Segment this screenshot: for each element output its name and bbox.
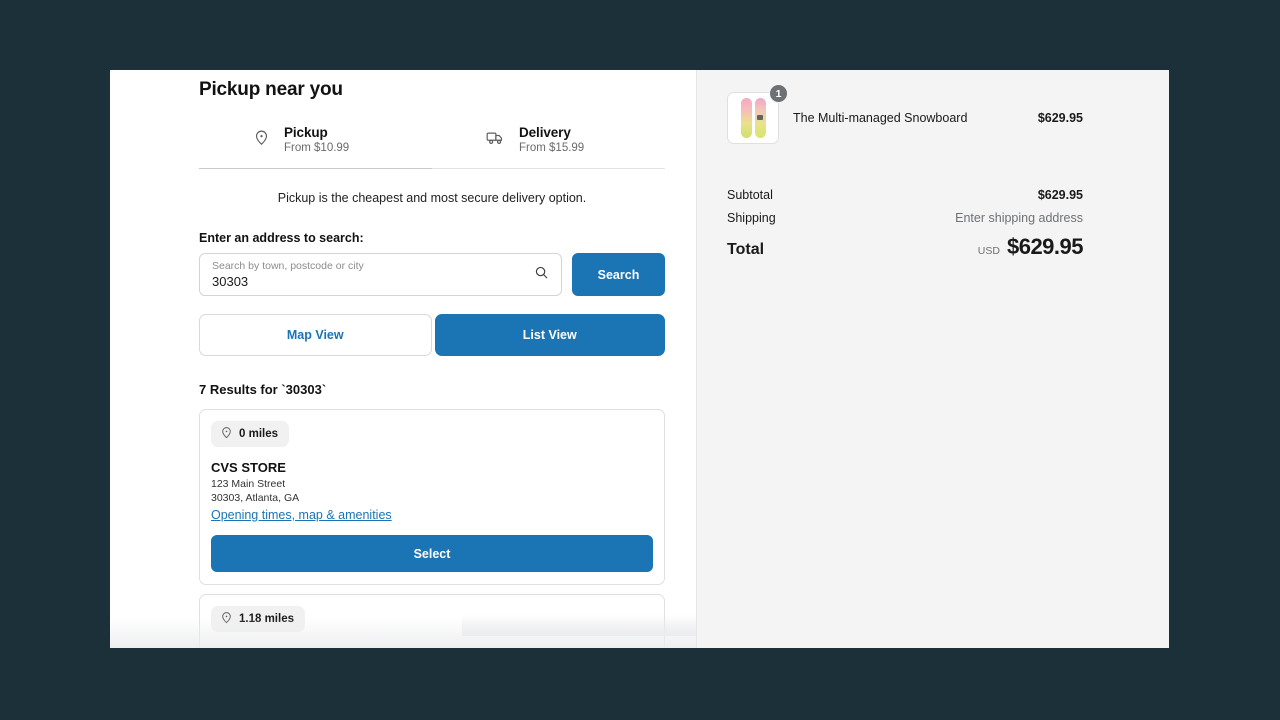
search-icon[interactable] [534, 265, 549, 285]
product-price: $629.95 [1037, 111, 1083, 125]
tab-pickup-label: Pickup [284, 125, 328, 140]
shipping-label: Shipping [727, 211, 776, 225]
order-line-item: 1 The Multi-managed Snowboard $629.95 [727, 84, 1083, 144]
currency-code: USD [977, 245, 1000, 257]
store-name: CVS STORE [211, 645, 653, 648]
subtotal-value: $629.95 [1037, 188, 1083, 202]
pickup-note: Pickup is the cheapest and most secure d… [277, 191, 587, 205]
product-title: The Multi-managed Snowboard [793, 111, 968, 125]
product-thumbnail-wrap: 1 [727, 84, 788, 144]
total-label: Total [727, 241, 765, 258]
select-button[interactable]: Select [211, 535, 653, 572]
order-summary-panel: 1 The Multi-managed Snowboard $629.95 Su… [697, 70, 1169, 648]
distance-label: 0 miles [239, 428, 278, 440]
store-name: CVS STORE [211, 460, 286, 475]
search-input-value: 30303 [212, 274, 249, 289]
map-view-button[interactable]: Map View [199, 314, 432, 356]
subtotal-label: Subtotal [727, 188, 773, 202]
map-pin-icon [220, 611, 233, 627]
search-input-placeholder: Search by town, postcode or city [212, 260, 364, 272]
snowboard-graphic-right [754, 98, 766, 138]
opening-times-link[interactable]: Opening times, map & amenities [211, 508, 392, 522]
store-address-line1: 123 Main Street [211, 478, 286, 490]
grand-total-row: Total USD $629.95 [727, 234, 1084, 260]
pickup-panel: Pickup near you Pickup From $10.99 Deliv… [110, 70, 697, 648]
store-address: 123 Main Street 30303, Atlanta, GA [211, 477, 653, 505]
tab-delivery-label: Delivery [519, 125, 571, 140]
totals-section: Subtotal $629.95 Shipping Enter shipping… [727, 188, 1084, 260]
list-view-button[interactable]: List View [434, 314, 665, 356]
subtotal-row: Subtotal $629.95 [727, 188, 1083, 202]
tab-delivery-price: From $15.99 [519, 142, 585, 154]
tab-pickup-price: From $10.99 [284, 142, 350, 154]
search-button[interactable]: Search [572, 253, 665, 296]
panel-divider [696, 70, 697, 648]
delivery-method-tabs: Pickup From $10.99 Delivery From $15.99 [199, 117, 665, 169]
tab-pickup[interactable]: Pickup From $10.99 [199, 117, 432, 169]
tab-delivery[interactable]: Delivery From $15.99 [432, 117, 665, 168]
total-amount: $629.95 [1006, 234, 1084, 259]
checkout-window: Pickup near you Pickup From $10.99 Deliv… [110, 70, 1169, 648]
results-count: 7 Results for `30303` [199, 382, 327, 397]
address-search-row: Search by town, postcode or city 30303 S… [199, 253, 665, 296]
view-toggle-group: Map View List View [199, 314, 665, 356]
results-list: 0 miles CVS STORE 123 Main Street 30303,… [199, 409, 665, 648]
address-field-label: Enter an address to search: [199, 231, 364, 245]
snowboard-graphic-left [740, 98, 752, 138]
distance-badge: 1.18 miles [211, 606, 305, 632]
list-item[interactable]: 1.18 miles CVS STORE 123 Main Street 303… [199, 594, 665, 648]
total-value-wrap: USD $629.95 [977, 234, 1084, 260]
store-address-line2: 30303, Atlanta, GA [211, 492, 300, 504]
delivery-truck-icon [486, 128, 505, 152]
quantity-badge: 1 [769, 84, 788, 103]
snowboard-binding-icon [757, 115, 763, 120]
page-title: Pickup near you [199, 79, 343, 100]
search-input[interactable]: Search by town, postcode or city 30303 [199, 253, 562, 296]
map-pin-icon [220, 426, 233, 442]
shipping-value: Enter shipping address [955, 211, 1083, 225]
shipping-row: Shipping Enter shipping address [727, 211, 1083, 225]
distance-label: 1.18 miles [239, 613, 294, 625]
list-item[interactable]: 0 miles CVS STORE 123 Main Street 30303,… [199, 409, 665, 585]
map-pin-icon [253, 129, 270, 151]
distance-badge: 0 miles [211, 421, 289, 447]
